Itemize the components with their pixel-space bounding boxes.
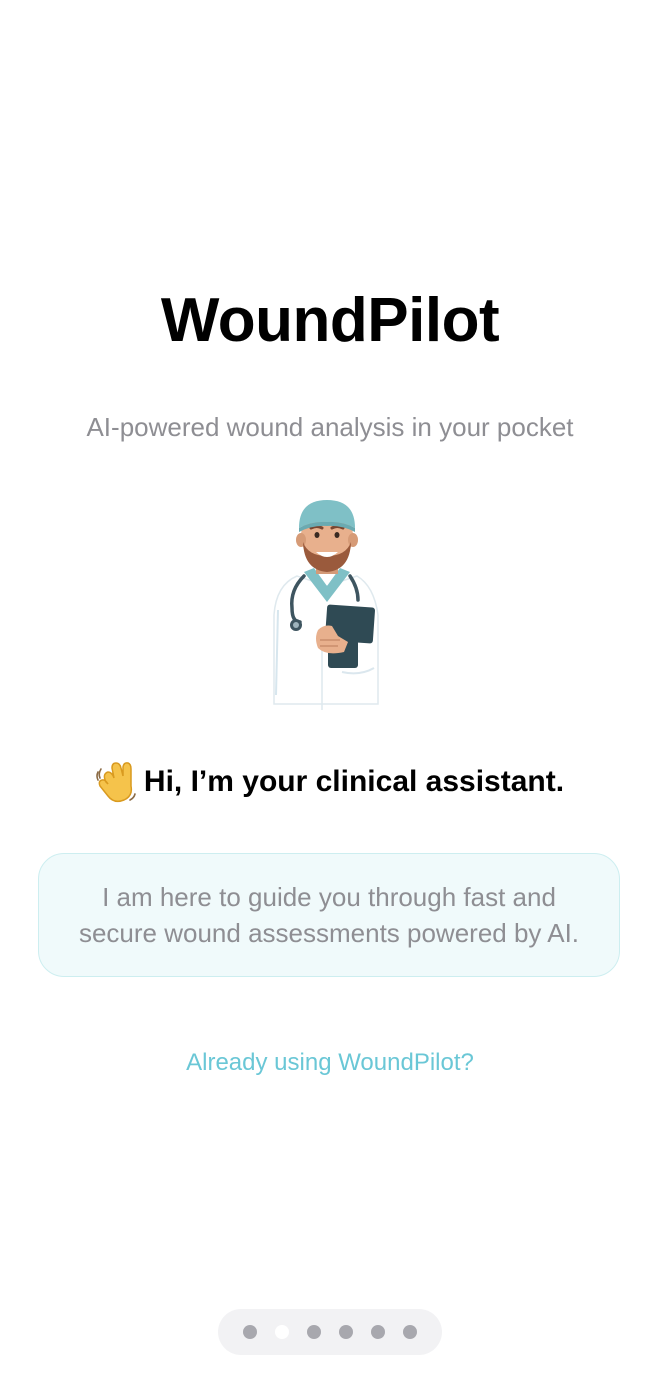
app-subtitle: AI-powered wound analysis in your pocket <box>86 412 574 442</box>
info-card-text: I am here to guide you through fast and … <box>78 882 580 948</box>
greeting-text: Hi, I’m your clinical assistant. <box>143 765 565 798</box>
page-dot-1[interactable] <box>243 1325 257 1339</box>
page-dot-6[interactable] <box>403 1325 417 1339</box>
waving-hand-icon <box>96 762 136 803</box>
doctor-illustration <box>273 500 379 710</box>
info-card: I am here to guide you through fast and … <box>38 853 620 977</box>
already-using-link[interactable]: Already using WoundPilot? <box>0 1046 660 1080</box>
app-title: WoundPilot <box>160 286 500 355</box>
onboarding-screen: WoundPilot AI-powered wound analysis in … <box>0 0 660 1397</box>
page-dot-3[interactable] <box>307 1325 321 1339</box>
page-indicator <box>218 1309 442 1355</box>
page-dot-2-active[interactable] <box>275 1325 289 1339</box>
greeting: Hi, I’m your clinical assistant. <box>0 760 660 804</box>
page-dot-4[interactable] <box>339 1325 353 1339</box>
page-dot-5[interactable] <box>371 1325 385 1339</box>
